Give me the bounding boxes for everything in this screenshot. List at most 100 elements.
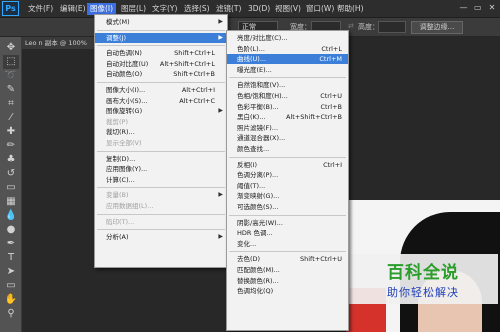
menu-edit[interactable]: 编辑(E) (57, 3, 89, 15)
image-menu-item-22: 陷印(T)... (95, 217, 227, 227)
image-menu-item-10[interactable]: 图像旋转(G) ▶ (95, 106, 227, 116)
path-selection-tool-icon[interactable]: ➤ (3, 265, 19, 279)
hand-tool-icon[interactable]: ✋ (3, 293, 19, 307)
image-menu-item-12[interactable]: 裁切(R)... (95, 127, 227, 137)
move-tool-icon[interactable]: ✥ (3, 41, 19, 55)
adjust-menu-item-shortcut: Ctrl+B (320, 102, 342, 111)
image-menu-separator (97, 150, 225, 152)
adjust-menu-item-20[interactable]: HDR 色调... (227, 228, 348, 238)
adjust-menu-item-1[interactable]: 色阶(L)... Ctrl+L (227, 44, 348, 54)
image-menu-item-label: 图像大小(I)... (106, 86, 146, 94)
image-menu-item-4[interactable]: 自动色调(N) Shift+Ctrl+L (95, 48, 227, 58)
adjust-menu-item-label: 曝光度(E)... (237, 65, 272, 74)
gradient-tool-icon[interactable]: ▦ (3, 195, 19, 209)
history-brush-tool-icon[interactable]: ↺ (3, 167, 19, 181)
brush-tool-icon[interactable]: ✏ (3, 139, 19, 153)
image-menu-item-24[interactable]: 分析(A) ▶ (95, 232, 227, 242)
adjust-menu-item-16[interactable]: 渐变映射(G)... (227, 191, 348, 201)
crop-tool-icon[interactable]: ⌗ (3, 97, 19, 111)
menu-window[interactable]: 窗口(W) (303, 3, 337, 15)
adjust-menu-item-17[interactable]: 可选颜色(S)... (227, 202, 348, 212)
adjust-menu-item-25[interactable]: 替换颜色(R)... (227, 276, 348, 286)
adjust-menu-item-label: 色调均化(Q) (237, 287, 274, 296)
close-icon[interactable]: ✕ (486, 2, 498, 14)
eraser-tool-icon[interactable]: ▭ (3, 181, 19, 195)
minimize-icon[interactable]: — (458, 2, 470, 14)
image-menu-item-2[interactable]: 调整(J) ▶ (95, 32, 227, 43)
adjust-menu-item-label: 渐变映射(G)... (237, 192, 280, 201)
watermark-title: 百科全说 (387, 263, 459, 283)
adjust-menu-item-9[interactable]: 照片滤镜(F)... (227, 123, 348, 133)
dodge-tool-icon[interactable]: ● (3, 223, 19, 237)
restore-icon[interactable]: ▭ (472, 2, 484, 14)
swap-icon[interactable]: ⇄ (348, 22, 354, 30)
adjust-menu-item-shortcut: Shift+Ctrl+U (300, 255, 342, 264)
adjust-menu-item-19[interactable]: 阴影/高光(W)... (227, 218, 348, 228)
adjust-menu-item-6[interactable]: 色相/饱和度(H)... Ctrl+U (227, 91, 348, 101)
image-menu-item-5[interactable]: 自动对比度(U) Alt+Shift+Ctrl+L (95, 59, 227, 69)
image-menu-item-0[interactable]: 模式(M) ▶ (95, 17, 227, 27)
adjust-menu-item-5[interactable]: 自然饱和度(V)... (227, 80, 348, 90)
menu-file[interactable]: 文件(F) (25, 3, 56, 15)
image-menu-item-label: 应用数据组(L)... (106, 202, 154, 210)
adjust-menu-item-0[interactable]: 亮度/对比度(C)... (227, 33, 348, 43)
submenu-arrow-icon: ▶ (218, 18, 223, 25)
adjust-menu-item-label: 阈值(T)... (237, 181, 266, 190)
image-menu-separator (97, 187, 225, 189)
image-menu-item-label: 调整(J) (106, 33, 126, 42)
adjust-menu-item-23[interactable]: 去色(D) Shift+Ctrl+U (227, 254, 348, 264)
adjust-menu-item-8[interactable]: 黑白(K)... Alt+Shift+Ctrl+B (227, 112, 348, 122)
adjust-menu-item-label: 照片滤镜(F)... (237, 123, 279, 132)
image-menu-separator (97, 213, 225, 215)
image-menu-item-label: 自动颜色(O) (106, 70, 143, 79)
height-field[interactable] (378, 21, 406, 33)
menu-help[interactable]: 帮助(H) (334, 3, 367, 15)
adjust-menu-item-2[interactable]: 曲线(U)... Ctrl+M (227, 54, 348, 65)
image-menu-item-label: 模式(M) (106, 18, 130, 26)
adjust-menu-item-11[interactable]: 颜色查找... (227, 144, 348, 154)
adjust-menu-item-21[interactable]: 变化... (227, 239, 348, 249)
shape-tool-icon[interactable]: ▭ (3, 279, 19, 293)
image-menu-item-9[interactable]: 画布大小(S)... Alt+Ctrl+C (95, 96, 227, 106)
healing-brush-tool-icon[interactable]: ✚ (3, 125, 19, 139)
adjust-menu-item-13[interactable]: 反相(I) Ctrl+I (227, 160, 348, 170)
adjust-menu-item-14[interactable]: 色调分离(P)... (227, 170, 348, 180)
pen-tool-icon[interactable]: ✒ (3, 237, 19, 251)
image-menu-item-16[interactable]: 应用图像(Y)... (95, 164, 227, 174)
adjust-menu-item-15[interactable]: 阈值(T)... (227, 181, 348, 191)
document-tab[interactable]: Leo n 副本 @ 100% (22, 37, 100, 49)
adjust-menu-item-26[interactable]: 色调均化(Q) (227, 286, 348, 296)
quick-select-tool-icon[interactable]: ✎ (3, 83, 19, 97)
image-menu-item-shortcut: Shift+Ctrl+L (174, 49, 215, 58)
adjust-menu-item-10[interactable]: 通道混合器(X)... (227, 133, 348, 143)
adjust-menu-separator (229, 77, 346, 79)
adjust-menu-item-3[interactable]: 曝光度(E)... (227, 65, 348, 75)
image-menu-item-shortcut: Alt+Shift+Ctrl+L (159, 59, 215, 68)
image-menu-item-15[interactable]: 复制(D)... (95, 154, 227, 164)
image-menu-item-6[interactable]: 自动颜色(O) Shift+Ctrl+B (95, 69, 227, 79)
image-menu-item-label: 陷印(T)... (106, 217, 135, 226)
zoom-tool-icon[interactable]: ⚲ (3, 307, 19, 321)
adjust-menu-item-label: 颜色查找... (237, 145, 270, 153)
menu-3d[interactable]: 3D(D) (245, 3, 273, 15)
image-menu-item-label: 裁切(R)... (106, 128, 135, 137)
clone-stamp-tool-icon[interactable]: ♣ (3, 153, 19, 167)
adjust-edge-button[interactable]: 调整边缘... (411, 21, 463, 34)
image-menu-item-8[interactable]: 图像大小(I)... Alt+Ctrl+I (95, 85, 227, 95)
blur-tool-icon[interactable]: 💧 (3, 209, 19, 223)
image-menu-item-17[interactable]: 计算(C)... (95, 175, 227, 185)
menu-view[interactable]: 视图(V) (272, 3, 304, 15)
marquee-tool-icon[interactable]: ⬚ (3, 55, 19, 69)
adjust-menu-item-shortcut: Ctrl+L (321, 44, 342, 53)
adjust-menu-separator (229, 214, 346, 216)
adjust-menu-item-24[interactable]: 匹配颜色(M)... (227, 265, 348, 275)
adjustments-submenu: 亮度/对比度(C)... 色阶(L)... Ctrl+L 曲线(U)... Ctrl+M… (226, 30, 349, 331)
adjust-menu-item-7[interactable]: 色彩平衡(B)... Ctrl+B (227, 102, 348, 112)
type-tool-icon[interactable]: T (3, 251, 19, 265)
image-menu-item-shortcut: Alt+Ctrl+C (179, 96, 215, 105)
lasso-tool-icon[interactable]: ➰ (3, 69, 19, 83)
adjust-menu-item-label: 色彩平衡(B)... (237, 102, 279, 111)
adjust-menu-item-label: 匹配颜色(M)... (237, 266, 280, 274)
adjust-menu-item-label: HDR 色调... (237, 229, 273, 238)
eyedropper-tool-icon[interactable]: ⁄ (3, 111, 19, 125)
